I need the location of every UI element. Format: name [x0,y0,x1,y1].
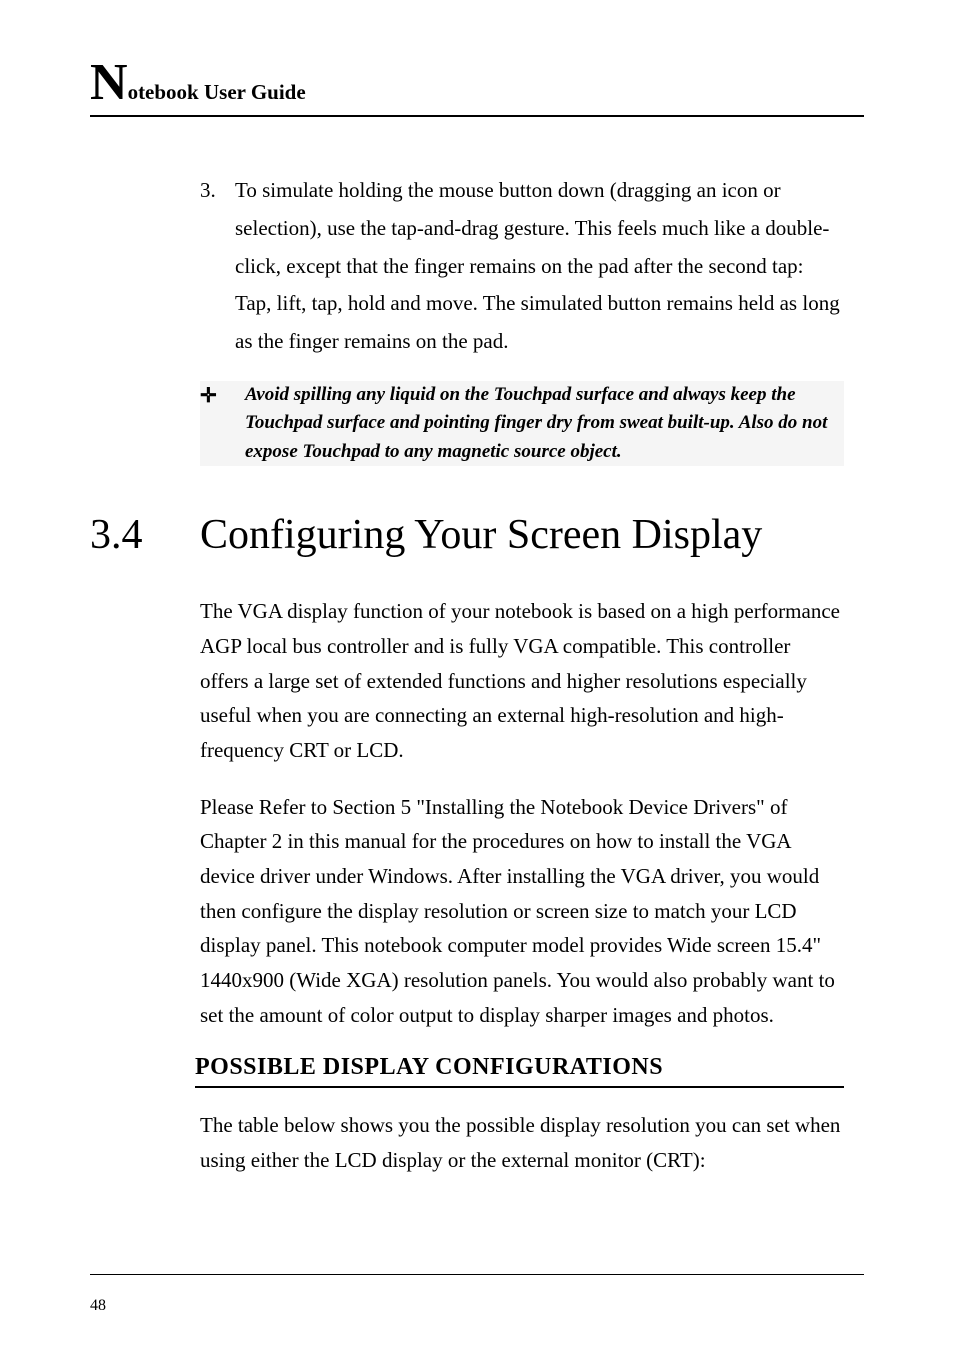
subheading-display-config: POSSIBLE DISPLAY CONFIGURATIONS [195,1054,844,1088]
plus-icon: ✛ [200,381,245,467]
list-number: 3. [200,172,235,361]
page-header: Notebook User Guide [90,70,864,117]
section-heading: 3.4 Configuring Your Screen Display [90,511,864,559]
body-paragraph-2: Please Refer to Section 5 "Installing th… [200,790,844,1032]
callout-text: Avoid spilling any liquid on the Touchpa… [245,381,844,467]
body-paragraph-1: The VGA display function of your noteboo… [200,594,844,767]
numbered-list-item-3: 3. To simulate holding the mouse button … [200,172,844,361]
header-title-rest: otebook User Guide [128,80,306,104]
page-number: 48 [90,1297,106,1314]
page-footer: 48 [90,1274,864,1315]
warning-callout: ✛ Avoid spilling any liquid on the Touch… [200,381,844,467]
page-container: Notebook User Guide 3. To simulate holdi… [0,0,954,1239]
header-big-letter: N [90,54,128,111]
body-paragraph-3: The table below shows you the possible d… [200,1108,844,1177]
section-number: 3.4 [90,511,200,559]
list-text: To simulate holding the mouse button dow… [235,172,844,361]
section-title: Configuring Your Screen Display [200,511,864,559]
